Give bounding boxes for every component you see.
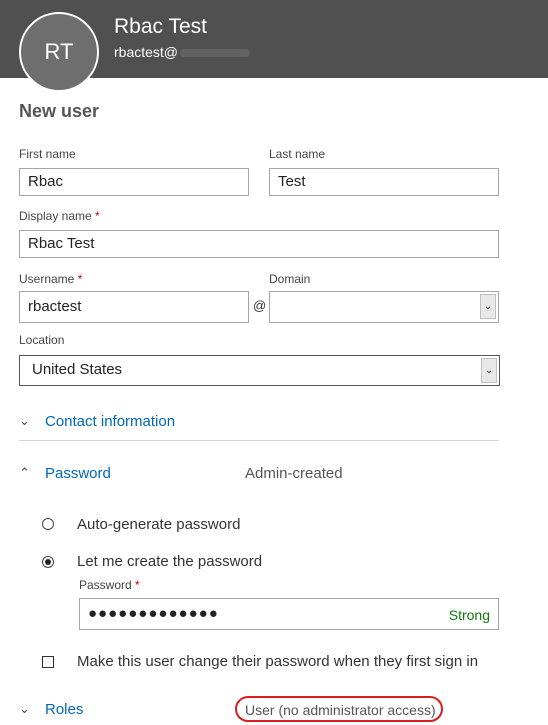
header-user-email: rbactest@ [114, 44, 251, 60]
create-password-label: Let me create the password [77, 553, 263, 570]
password-label-text: Password [79, 578, 132, 592]
divider [19, 440, 499, 441]
password-input[interactable]: ●●●●●●●●●●●●● Strong [79, 598, 499, 630]
location-select[interactable]: United States ⌄ [19, 355, 500, 386]
create-password-radio[interactable] [42, 556, 54, 568]
password-section-value: Admin-created [245, 465, 343, 482]
at-symbol: @ [253, 298, 267, 313]
contact-section-toggle[interactable]: ⌄ Contact information [19, 413, 499, 433]
chevron-down-icon: ⌄ [481, 358, 497, 383]
chevron-down-icon: ⌄ [19, 701, 30, 716]
location-value: United States [32, 361, 123, 378]
first-name-label: First name [19, 147, 76, 161]
password-label: Password * [79, 578, 140, 592]
required-mark: * [95, 209, 100, 223]
red-annotation-circle [235, 696, 443, 722]
page-title: New user [19, 101, 100, 121]
change-password-checkbox[interactable] [42, 656, 54, 668]
header-user-name: Rbac Test [114, 15, 207, 38]
change-password-label: Make this user change their password whe… [77, 653, 479, 670]
avatar: RT [19, 12, 99, 92]
last-name-label: Last name [269, 147, 326, 161]
location-label: Location [19, 333, 65, 347]
chevron-up-icon: ⌃ [19, 465, 30, 480]
username-label: Username * [19, 272, 82, 286]
required-mark: * [77, 272, 83, 286]
required-mark: * [135, 578, 140, 592]
email-text: rbactest@ [114, 44, 179, 60]
username-input[interactable]: rbactest [19, 291, 249, 323]
display-name-input[interactable]: Rbac Test [19, 230, 499, 258]
contact-section-label: Contact information [45, 413, 176, 430]
redacted-domain [180, 49, 251, 58]
chevron-down-icon: ⌄ [19, 413, 30, 428]
auto-generate-label: Auto-generate password [77, 516, 241, 533]
password-section-toggle[interactable]: ⌃ Password Admin-created [19, 465, 499, 485]
last-name-input[interactable]: Test [269, 168, 499, 196]
password-section-label: Password [45, 465, 111, 482]
chevron-down-icon: ⌄ [480, 294, 496, 319]
display-name-label-text: Display name [19, 209, 92, 223]
password-strength: Strong [448, 607, 490, 623]
display-name-label: Display name * [19, 209, 100, 223]
domain-label: Domain [269, 272, 311, 286]
roles-section-label: Roles [45, 701, 84, 718]
domain-select[interactable]: ⌄ [269, 291, 499, 323]
password-masked-value: ●●●●●●●●●●●●● [88, 605, 219, 622]
auto-generate-radio[interactable] [42, 518, 54, 530]
first-name-input[interactable]: Rbac [19, 168, 249, 196]
username-label-text: Username [19, 272, 75, 286]
